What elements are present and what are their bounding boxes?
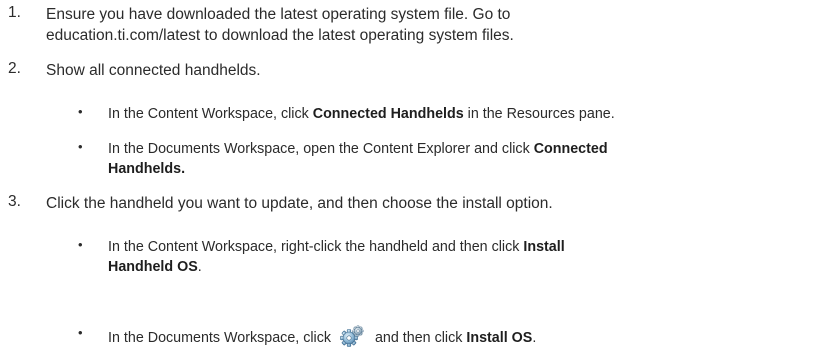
settings-gear-icon (339, 325, 365, 349)
bullet-text-part: In the Content Workspace, click (108, 106, 313, 122)
bullet-text-part: . (532, 330, 537, 346)
bullet-text-part: in the Resources pane. (463, 106, 615, 122)
bullet-text-part: In the Content Workspace, right-click th… (108, 239, 524, 255)
bullet-text: In the Content Workspace, click Connecte… (108, 104, 834, 124)
bullet-text-part: In the Documents Workspace, open the Con… (108, 141, 534, 157)
bullet-text: In the Documents Workspace, open the Con… (108, 139, 834, 179)
step-number: 2. (8, 60, 21, 77)
bullet-bold-term: Connected (533, 141, 608, 157)
settings-gear-icon-svg (340, 325, 364, 347)
bullet-text: In the Documents Workspace, click and th… (108, 325, 834, 349)
step-text: Show all connected handhelds. (46, 62, 261, 79)
bullet-text-part: . (197, 259, 202, 275)
step-text: Ensure you have downloaded the latest op… (46, 4, 834, 46)
bullet-marker: • (78, 325, 83, 340)
step-number: 3. (8, 193, 21, 210)
bullet-bold-term: Install (523, 239, 565, 255)
bullet-marker: • (78, 237, 83, 252)
bullet-text: In the Content Workspace, right-click th… (108, 237, 834, 277)
bullet-marker: • (78, 104, 83, 119)
bullet-text-part: In the Documents Workspace, click (108, 330, 335, 346)
bullet-bold-term: Connected Handhelds (312, 106, 464, 122)
bullet-bold-term: Handheld OS (108, 259, 198, 275)
step-number: 1. (8, 4, 21, 21)
bullet-marker: • (78, 139, 83, 154)
bullet-bold-term: Install OS (466, 330, 533, 346)
step-text: Click the handheld you want to update, a… (46, 195, 553, 212)
bullet-text-part: and then click (370, 330, 467, 346)
step-text-line: Ensure you have downloaded the latest op… (46, 6, 511, 23)
bullet-bold-term: Handhelds. (108, 161, 186, 177)
step-text-line: education.ti.com/latest to download the … (46, 27, 514, 44)
